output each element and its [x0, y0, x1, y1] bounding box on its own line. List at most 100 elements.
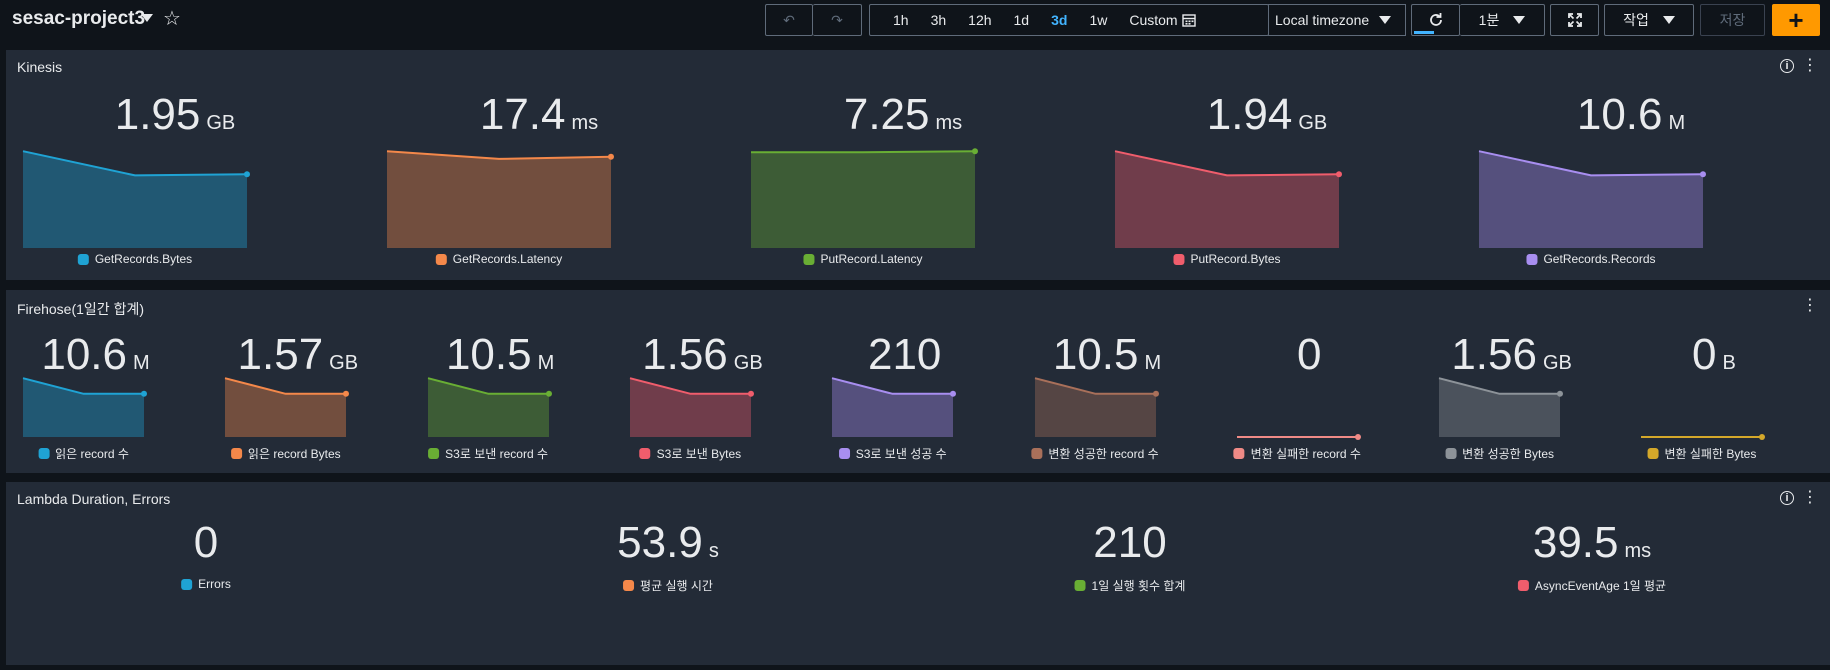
sparkline-area	[23, 378, 144, 437]
metric-legend[interactable]: 변환 성공한 Bytes	[1445, 445, 1554, 462]
info-icon[interactable]: i	[1780, 59, 1794, 73]
time-range-selector: 1h 3h 12h 1d 3d 1w Custom	[869, 4, 1269, 36]
sparkline-last-point	[1354, 434, 1361, 440]
timezone-chevron-icon	[1379, 16, 1392, 24]
legend-label: AsyncEventAge 1일 평균	[1534, 579, 1667, 593]
save-button[interactable]: 저장	[1700, 4, 1765, 36]
sparkline-last-point	[141, 390, 147, 397]
timezone-select[interactable]: Local timezone	[1268, 4, 1406, 36]
info-icon[interactable]: i	[1780, 491, 1794, 505]
legend-swatch	[1445, 448, 1457, 459]
metric-legend[interactable]: S3로 보낸 record 수	[428, 445, 548, 462]
time-range-1w[interactable]: 1w	[1078, 12, 1118, 28]
sparkline-area	[23, 151, 247, 248]
sparkline-area	[832, 378, 954, 437]
metric-legend[interactable]: 변환 성공한 record 수	[1031, 445, 1159, 462]
metric-legend[interactable]: 평균 실행 시간	[623, 577, 713, 594]
metric-value: 10.6 M	[1577, 90, 1685, 140]
dashboard-menu-chevron-icon[interactable]	[141, 14, 153, 22]
metric-value: 10.5 M	[446, 330, 554, 380]
metric-unit: ms	[1624, 540, 1652, 562]
sparkline-chart[interactable]	[225, 377, 350, 437]
sparkline-chart[interactable]	[22, 138, 250, 248]
time-range-1d[interactable]: 1d	[1003, 12, 1041, 28]
more-options-icon[interactable]: ⋮	[1802, 58, 1818, 74]
metric-legend[interactable]: 1일 실행 횟수 합계	[1074, 577, 1186, 594]
time-range-3h[interactable]: 3h	[920, 12, 958, 28]
redo-button[interactable]: ↷	[813, 4, 862, 36]
metric-number: 1.57	[237, 330, 324, 379]
metric-unit: ms	[935, 112, 963, 134]
sparkline-chart[interactable]	[1034, 377, 1159, 437]
metric-number: 210	[1093, 518, 1167, 567]
lambda-panel-title: Lambda Duration, Errors	[17, 491, 171, 507]
custom-range-button[interactable]: Custom	[1118, 12, 1181, 28]
sparkline-chart[interactable]	[1478, 138, 1706, 248]
actions-label: 작업	[1623, 12, 1649, 28]
metric-value: 10.5 M	[1053, 330, 1161, 380]
metric-legend[interactable]: 변환 실패한 record 수	[1233, 445, 1361, 462]
metric-legend[interactable]: GetRecords.Records	[1526, 252, 1656, 266]
more-options-icon[interactable]: ⋮	[1802, 298, 1818, 314]
metric-number: 39.5	[1532, 518, 1619, 567]
add-widget-button[interactable]: +	[1772, 4, 1820, 36]
metric-legend[interactable]: S3로 보낸 성공 수	[838, 445, 947, 462]
refresh-interval-select[interactable]: 1분	[1460, 4, 1545, 36]
metric-legend[interactable]: S3로 보낸 Bytes	[639, 445, 742, 462]
metric-value: 0	[194, 518, 218, 568]
sparkline-chart[interactable]	[1438, 377, 1564, 437]
legend-label: S3로 보낸 Bytes	[656, 447, 742, 461]
sparkline-last-point	[608, 153, 614, 160]
metric-legend[interactable]: GetRecords.Latency	[435, 252, 562, 266]
favorite-star-icon[interactable]: ☆	[163, 6, 181, 31]
legend-label: 1일 실행 횟수 합계	[1091, 579, 1186, 593]
more-options-icon[interactable]: ⋮	[1802, 490, 1818, 506]
sparkline-chart[interactable]	[427, 377, 552, 437]
metric-unit: GB	[329, 352, 359, 374]
metric-number: 0	[193, 518, 219, 567]
refresh-interval-value: 1분	[1478, 12, 1500, 28]
sparkline-chart[interactable]	[1641, 377, 1766, 440]
metric-value: 7.25 ms	[844, 90, 962, 140]
sparkline-chart[interactable]	[386, 138, 614, 248]
sparkline-chart[interactable]	[751, 138, 978, 248]
metric-legend[interactable]: 읽은 record 수	[38, 445, 129, 462]
sparkline-area	[1034, 378, 1156, 437]
time-range-12h[interactable]: 12h	[957, 12, 1002, 28]
metric-legend[interactable]: 읽은 record Bytes	[230, 445, 341, 462]
metric-value: 17.4 ms	[480, 90, 598, 140]
metric-legend[interactable]: 변환 실패한 Bytes	[1647, 445, 1756, 462]
sparkline-chart[interactable]	[831, 377, 957, 437]
metric-legend[interactable]: PutRecord.Latency	[803, 252, 923, 266]
time-range-1h[interactable]: 1h	[882, 12, 920, 28]
sparkline-chart[interactable]	[22, 377, 147, 437]
sparkline-last-point	[972, 148, 978, 155]
sparkline-last-point	[343, 390, 350, 397]
firehose-panel: Firehose(1일간 합계) ⋮ 10.6 M 읽은 record 수 1.57 G…	[6, 290, 1830, 473]
metric-value: 1.56 GB	[642, 330, 763, 380]
sparkline-area	[629, 378, 751, 437]
legend-swatch	[230, 448, 242, 459]
sparkline-chart[interactable]	[629, 377, 754, 437]
legend-label: S3로 보낸 record 수	[445, 447, 549, 461]
metric-legend[interactable]: Errors	[181, 577, 231, 591]
legend-label: 읽은 record 수	[55, 447, 129, 461]
metric-number: 0	[1691, 330, 1717, 379]
undo-button[interactable]: ↶	[765, 4, 813, 36]
fullscreen-button[interactable]	[1550, 4, 1599, 36]
kinesis-panel: Kinesis i ⋮ 1.95 GB GetRecords.Bytes 17.4 ms…	[6, 50, 1830, 280]
sparkline-chart[interactable]	[1114, 138, 1342, 248]
metric-legend[interactable]: PutRecord.Bytes	[1173, 252, 1281, 266]
actions-menu-button[interactable]: 작업	[1604, 4, 1694, 36]
calendar-icon[interactable]	[1181, 13, 1196, 27]
metric-unit: ms	[571, 112, 599, 134]
time-range-3d[interactable]: 3d	[1040, 12, 1078, 28]
refresh-button[interactable]	[1411, 4, 1460, 36]
metric-value: 1.94 GB	[1207, 90, 1328, 140]
sparkline-chart[interactable]	[1236, 377, 1361, 440]
metric-legend[interactable]: GetRecords.Bytes	[77, 252, 192, 266]
legend-swatch	[435, 253, 447, 265]
undo-icon: ↶	[783, 11, 795, 28]
sparkline-last-point	[747, 390, 754, 397]
metric-legend[interactable]: AsyncEventAge 1일 평균	[1517, 577, 1667, 594]
